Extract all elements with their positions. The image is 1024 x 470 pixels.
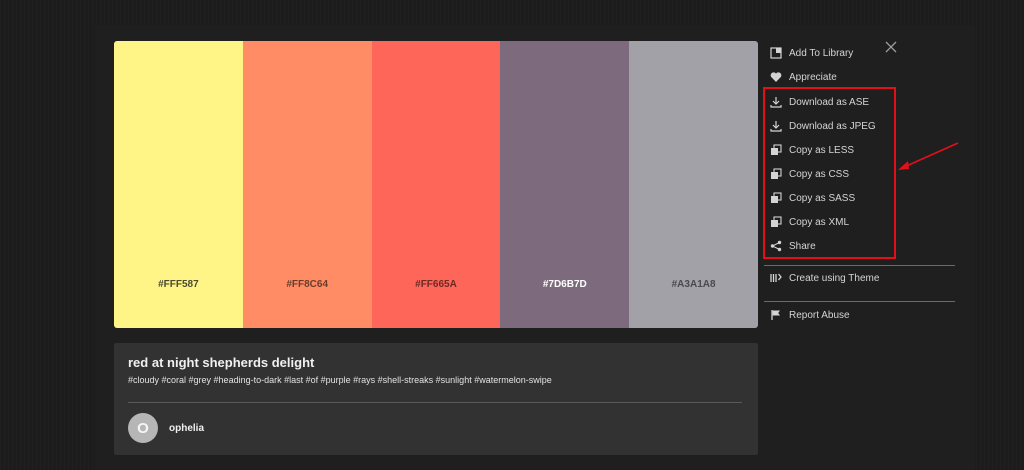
add-to-library-button[interactable]: Add To Library [770,45,853,61]
create-using-theme-label: Create using Theme [789,272,880,284]
swatch-1[interactable]: #FFF587 [114,41,243,328]
swatch-1-label: #FFF587 [158,279,199,290]
heart-icon [770,71,782,83]
create-using-theme-button[interactable]: Create using Theme [770,270,879,286]
flag-icon [770,309,782,321]
swatch-3[interactable]: #FF665A [371,41,501,328]
swatch-2-label: #FF8C64 [286,279,329,290]
avatar[interactable]: O [128,413,158,443]
report-abuse-button[interactable]: Report Abuse [770,307,850,323]
appreciate-label: Appreciate [789,71,837,83]
author-name[interactable]: ophelia [169,423,204,434]
close-icon[interactable] [884,40,898,54]
add-to-library-label: Add To Library [789,47,854,59]
swatch-4[interactable]: #7D6B7D [500,41,630,328]
color-palette: #FFF587 #FF8C64 #FF665A #7D6B7D #A3A1A8 [114,41,758,328]
swatch-2[interactable]: #FF8C64 [242,41,372,328]
theme-tags[interactable]: #cloudy #coral #grey #heading-to-dark #l… [128,375,552,385]
card-divider [128,402,742,403]
arrow-annotation [898,142,959,170]
swatch-4-label: #7D6B7D [542,279,587,290]
create-icon [770,272,782,284]
theme-info-card: red at night shepherds delight #cloudy #… [114,343,758,455]
appreciate-button[interactable]: Appreciate [770,69,837,85]
swatch-5[interactable]: #A3A1A8 [629,41,758,328]
swatch-3-label: #FF665A [415,279,457,290]
theme-title: red at night shepherds delight [128,355,315,370]
report-abuse-label: Report Abuse [789,309,850,321]
highlight-box [763,87,896,259]
library-icon [770,47,782,59]
sidebar-divider [764,301,955,302]
swatch-5-label: #A3A1A8 [671,279,716,290]
sidebar-divider [764,265,955,266]
